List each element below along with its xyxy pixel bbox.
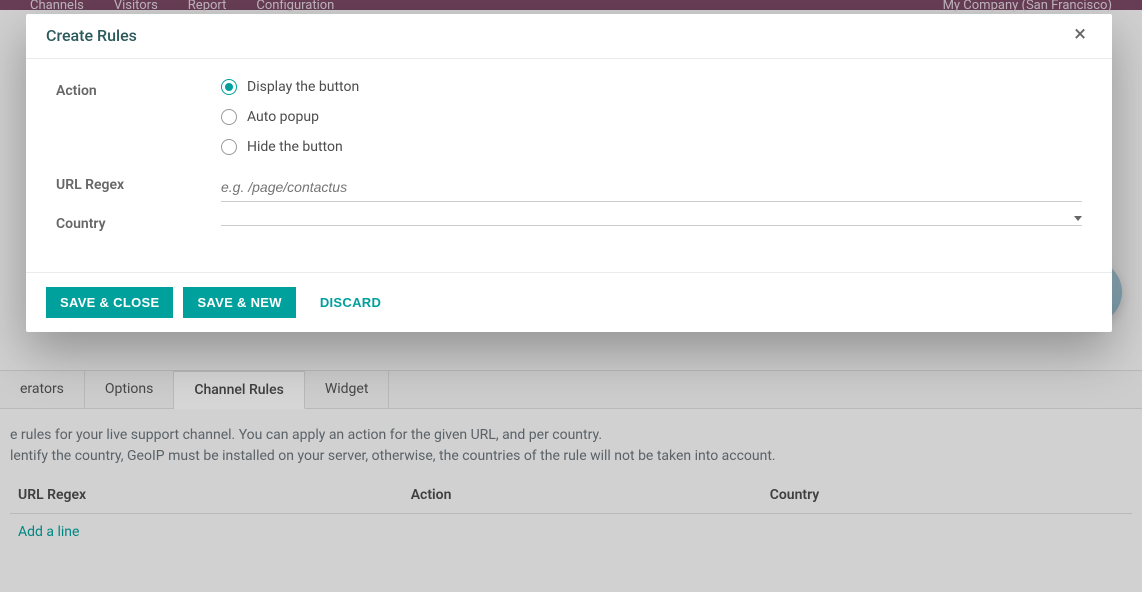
radio-icon: [221, 109, 237, 125]
country-select[interactable]: [221, 212, 1082, 226]
radio-auto-popup[interactable]: Auto popup: [221, 109, 1082, 125]
url-regex-input[interactable]: [221, 173, 1082, 202]
radio-icon: [221, 79, 237, 95]
radio-label: Auto popup: [247, 109, 319, 125]
label-action: Action: [56, 79, 221, 99]
radio-label: Display the button: [247, 79, 359, 95]
close-icon[interactable]: ×: [1068, 24, 1092, 46]
chevron-down-icon: [1074, 216, 1082, 221]
label-country: Country: [56, 212, 221, 232]
label-url-regex: URL Regex: [56, 173, 221, 193]
radio-label: Hide the button: [247, 139, 343, 155]
save-new-button[interactable]: SAVE & NEW: [183, 287, 295, 318]
radio-display-button[interactable]: Display the button: [221, 79, 1082, 95]
radio-hide-button[interactable]: Hide the button: [221, 139, 1082, 155]
modal-title: Create Rules: [46, 26, 137, 45]
create-rules-modal: Create Rules × Action Display the button…: [26, 14, 1112, 332]
radio-icon: [221, 139, 237, 155]
discard-button[interactable]: DISCARD: [306, 287, 395, 318]
save-close-button[interactable]: SAVE & CLOSE: [46, 287, 173, 318]
